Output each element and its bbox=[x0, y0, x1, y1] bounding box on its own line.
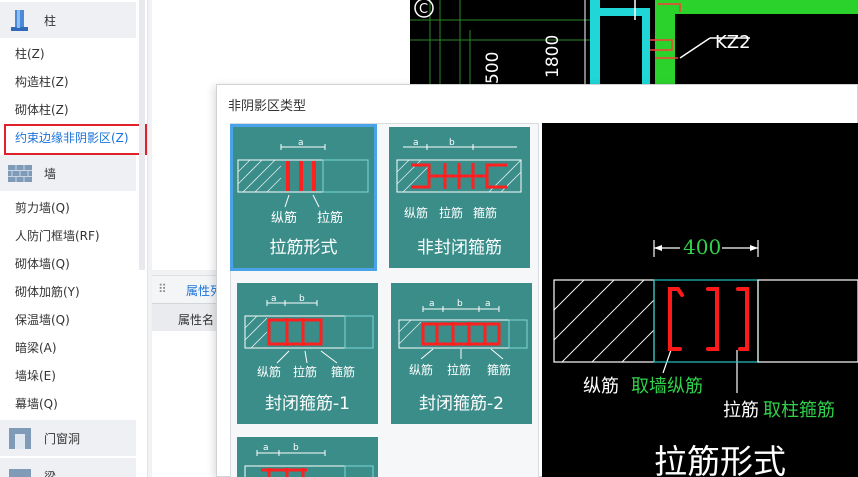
property-table-header: 属性名 bbox=[152, 303, 222, 331]
tile3-label-stirrup: 箍筋 bbox=[331, 364, 355, 379]
sidebar-item-insulation-wall[interactable]: 保温墙(Q) bbox=[15, 311, 70, 329]
tile1-label-tie: 拉筋 bbox=[317, 210, 343, 226]
tie-bar-schematic: a 纵筋 拉筋 bbox=[237, 138, 369, 226]
category-column-label: 柱 bbox=[44, 14, 57, 28]
type-tile-more[interactable]: a b bbox=[237, 437, 378, 477]
non-shadow-zone-type-dialog: 非阴影区类型 a 纵筋 拉筋 拉筋形式 a b 纵筋 拉筋 箍筋 非封闭箍筋 a… bbox=[216, 84, 858, 477]
tile4-label-long: 纵筋 bbox=[409, 362, 433, 377]
preview-drawing bbox=[553, 240, 858, 393]
tile4-label-tie: 拉筋 bbox=[447, 362, 471, 377]
category-beam-label: 梁 bbox=[44, 470, 57, 477]
tile5-dim-a: a bbox=[263, 443, 269, 453]
app-root: 柱 柱(Z) 构造柱(Z) 砌体柱(Z) 约束边缘非阴影区(Z) 墙 剪力墙(Q… bbox=[0, 0, 858, 477]
tile2-dim-b: b bbox=[449, 138, 455, 148]
preview-note-tie: 取柱箍筋 bbox=[763, 400, 835, 421]
preview-label-longitudinal: 纵筋 bbox=[583, 376, 619, 397]
tile4-dim-a1: a bbox=[429, 299, 435, 309]
cad-label-kz2: KZ2 bbox=[715, 32, 751, 53]
cad-drawing: C 500 1800 KZ2 bbox=[410, 0, 858, 84]
sidebar-item-masonry-column[interactable]: 砌体柱(Z) bbox=[15, 101, 69, 119]
tile5-dim-b: b bbox=[293, 443, 299, 453]
type-tile-grid: a 纵筋 拉筋 拉筋形式 a b 纵筋 拉筋 箍筋 非封闭箍筋 a b 纵筋 拉… bbox=[230, 123, 539, 477]
tile3-dim-b: b bbox=[299, 294, 305, 304]
tile2-label-long: 纵筋 bbox=[404, 205, 428, 220]
tile3-dim-a: a bbox=[271, 294, 277, 304]
type-tile-tie-bar[interactable]: a 纵筋 拉筋 拉筋形式 bbox=[230, 124, 377, 271]
open-stirrup-schematic: a b 纵筋 拉筋 箍筋 bbox=[396, 138, 522, 220]
category-column[interactable]: 柱 bbox=[0, 2, 136, 38]
closed-stirrup-1-schematic: a b 纵筋 拉筋 箍筋 bbox=[244, 294, 374, 379]
cad-axis-c: C bbox=[419, 2, 428, 17]
category-beam[interactable]: 梁 bbox=[0, 458, 136, 477]
column-icon bbox=[11, 10, 28, 31]
category-wall[interactable]: 墙 bbox=[0, 155, 136, 191]
sidebar-scrollbar[interactable] bbox=[139, 0, 145, 270]
cad-drawing-canvas[interactable]: C 500 1800 KZ2 bbox=[410, 0, 858, 84]
tile2-name: 非封闭箍筋 bbox=[417, 238, 502, 258]
tile4-name: 封闭箍筋-2 bbox=[419, 394, 504, 414]
cad-dim-500: 500 bbox=[483, 52, 503, 84]
property-name-header: 属性名 bbox=[178, 313, 215, 327]
preview-note-longitudinal: 取墙纵筋 bbox=[631, 376, 703, 397]
tile1-dim-a: a bbox=[298, 138, 304, 148]
sidebar-item-hidden-beam[interactable]: 暗梁(A) bbox=[15, 339, 57, 357]
cad-dim-1800: 1800 bbox=[543, 35, 563, 78]
property-table-body bbox=[152, 331, 222, 477]
category-door-window[interactable]: 门窗洞 bbox=[0, 420, 136, 456]
closed-stirrup-2-schematic: a b a 纵筋 拉筋 箍筋 bbox=[398, 299, 528, 377]
preview-dimension-400: 400 bbox=[683, 235, 722, 259]
tile2-label-stirrup: 箍筋 bbox=[473, 205, 497, 220]
tile4-dim-a2: a bbox=[485, 299, 491, 309]
type-preview-pane: 400 纵筋 取墙纵筋 拉筋 取柱箍筋 拉筋形式 bbox=[542, 123, 858, 477]
sidebar-item-construct-column[interactable]: 构造柱(Z) bbox=[15, 73, 69, 91]
tile2-label-tie: 拉筋 bbox=[439, 205, 463, 220]
property-panel-bar: ⠿ 属性列 bbox=[152, 275, 222, 303]
selection-highlight-box bbox=[4, 124, 147, 155]
sidebar-item-wall-pier[interactable]: 墙垛(E) bbox=[15, 367, 56, 385]
sidebar-item-curtain-wall[interactable]: 幕墙(Q) bbox=[15, 395, 58, 413]
preview-title: 拉筋形式 bbox=[654, 442, 786, 477]
preview-label-tie: 拉筋 bbox=[723, 400, 759, 421]
tile2-dim-a: a bbox=[413, 138, 419, 148]
sidebar-item-civil-defense-wall[interactable]: 人防门框墙(RF) bbox=[15, 227, 100, 245]
tile4-dim-b: b bbox=[457, 299, 463, 309]
tile1-name: 拉筋形式 bbox=[269, 238, 338, 258]
tile3-label-tie: 拉筋 bbox=[293, 364, 317, 379]
sidebar-item-column[interactable]: 柱(Z) bbox=[15, 45, 45, 63]
door-window-icon bbox=[9, 428, 31, 449]
dialog-title: 非阴影区类型 bbox=[228, 99, 307, 114]
tile4-label-stirrup: 箍筋 bbox=[487, 362, 511, 377]
sidebar-item-masonry-wall[interactable]: 砌体墙(Q) bbox=[15, 255, 70, 273]
sidebar-item-masonry-rebar[interactable]: 砌体加筋(Y) bbox=[15, 283, 80, 301]
tile3-label-long: 纵筋 bbox=[257, 364, 281, 379]
tile1-label-long: 纵筋 bbox=[271, 210, 297, 226]
category-wall-label: 墙 bbox=[44, 167, 57, 181]
sidebar-item-shear-wall[interactable]: 剪力墙(Q) bbox=[15, 199, 70, 217]
component-tree-sidebar: 柱 柱(Z) 构造柱(Z) 砌体柱(Z) 约束边缘非阴影区(Z) 墙 剪力墙(Q… bbox=[0, 0, 148, 477]
type-tile-closed-stirrup-1[interactable]: a b 纵筋 拉筋 箍筋 封闭箍筋-1 bbox=[237, 283, 378, 424]
type-tile-open-stirrup[interactable]: a b 纵筋 拉筋 箍筋 非封闭箍筋 bbox=[389, 127, 530, 268]
wall-icon bbox=[8, 165, 32, 182]
beam-icon bbox=[9, 469, 31, 477]
tile5-schematic: a b bbox=[244, 443, 374, 477]
category-door-window-label: 门窗洞 bbox=[44, 432, 81, 446]
tile3-name: 封闭箍筋-1 bbox=[265, 394, 350, 414]
type-tile-closed-stirrup-2[interactable]: a b a 纵筋 拉筋 箍筋 封闭箍筋-2 bbox=[391, 283, 532, 424]
drag-grip-icon[interactable]: ⠿ bbox=[158, 282, 167, 296]
